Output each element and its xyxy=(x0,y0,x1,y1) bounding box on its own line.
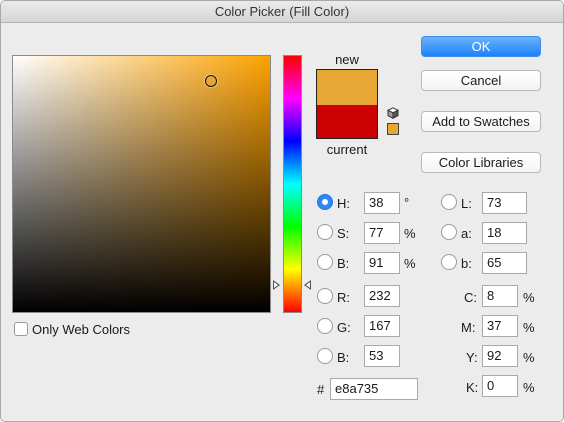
y-unit: % xyxy=(523,350,535,365)
r-input[interactable]: 232 xyxy=(364,285,400,307)
s-input[interactable]: 77 xyxy=(364,222,400,244)
radio-l[interactable] xyxy=(441,194,457,210)
field-label-s: S: xyxy=(337,226,350,241)
blue-input[interactable]: 53 xyxy=(364,345,400,367)
g-input[interactable]: 167 xyxy=(364,315,400,337)
color-libraries-button[interactable]: Color Libraries xyxy=(421,152,541,173)
a-input[interactable]: 18 xyxy=(482,222,527,244)
y-input[interactable]: 92 xyxy=(482,345,518,367)
only-web-colors-checkbox[interactable] xyxy=(14,322,28,336)
hex-label: # xyxy=(317,382,325,397)
only-web-colors-label[interactable]: Only Web Colors xyxy=(32,322,130,337)
hue-slider[interactable] xyxy=(283,55,302,313)
cube-icon[interactable] xyxy=(387,107,399,119)
c-unit: % xyxy=(523,290,535,305)
hue-slider-left-arrow-icon[interactable] xyxy=(273,280,280,290)
new-color-label: new xyxy=(335,52,359,67)
field-label-l: L: xyxy=(461,196,472,211)
color-picker-dialog: Color Picker (Fill Color) new current OK… xyxy=(0,0,564,422)
field-label-g: G: xyxy=(337,320,351,335)
radio-a[interactable] xyxy=(441,224,457,240)
websafe-color-chip[interactable] xyxy=(387,123,399,135)
radio-s[interactable] xyxy=(317,224,333,240)
color-field-marker[interactable] xyxy=(205,75,217,87)
field-label-blue: B: xyxy=(337,350,350,365)
h-input[interactable]: 38 xyxy=(364,192,400,214)
b-unit: % xyxy=(404,256,416,271)
current-color-swatch[interactable] xyxy=(317,105,377,138)
h-unit: ° xyxy=(404,195,410,210)
field-label-a: a: xyxy=(461,226,472,241)
field-label-lab-b: b: xyxy=(461,256,472,271)
field-label-h: H: xyxy=(337,196,350,211)
new-color-swatch xyxy=(317,70,377,105)
l-input[interactable]: 73 xyxy=(482,192,527,214)
color-field[interactable] xyxy=(12,55,271,313)
radio-h[interactable] xyxy=(317,194,333,210)
radio-blue[interactable] xyxy=(317,348,333,364)
window-title: Color Picker (Fill Color) xyxy=(1,1,563,23)
add-to-swatches-button[interactable]: Add to Swatches xyxy=(421,111,541,132)
field-label-k: K: xyxy=(466,380,479,395)
radio-g[interactable] xyxy=(317,318,333,334)
radio-b[interactable] xyxy=(317,254,333,270)
field-label-b: B: xyxy=(337,256,350,271)
field-label-r: R: xyxy=(337,290,350,305)
field-label-m: M: xyxy=(461,320,476,335)
s-unit: % xyxy=(404,226,416,241)
hex-input[interactable]: e8a735 xyxy=(330,378,418,400)
field-label-y: Y: xyxy=(466,350,478,365)
b-input[interactable]: 91 xyxy=(364,252,400,274)
m-unit: % xyxy=(523,320,535,335)
ok-button[interactable]: OK xyxy=(421,36,541,57)
radio-r[interactable] xyxy=(317,288,333,304)
current-color-label: current xyxy=(326,142,368,157)
cancel-button[interactable]: Cancel xyxy=(421,70,541,91)
k-input[interactable]: 0 xyxy=(482,375,518,397)
field-label-c: C: xyxy=(464,290,477,305)
hue-slider-right-arrow-icon[interactable] xyxy=(304,280,311,290)
k-unit: % xyxy=(523,380,535,395)
radio-lab-b[interactable] xyxy=(441,254,457,270)
c-input[interactable]: 8 xyxy=(482,285,518,307)
m-input[interactable]: 37 xyxy=(482,315,518,337)
lab-b-input[interactable]: 65 xyxy=(482,252,527,274)
color-comparison-swatch xyxy=(316,69,378,139)
